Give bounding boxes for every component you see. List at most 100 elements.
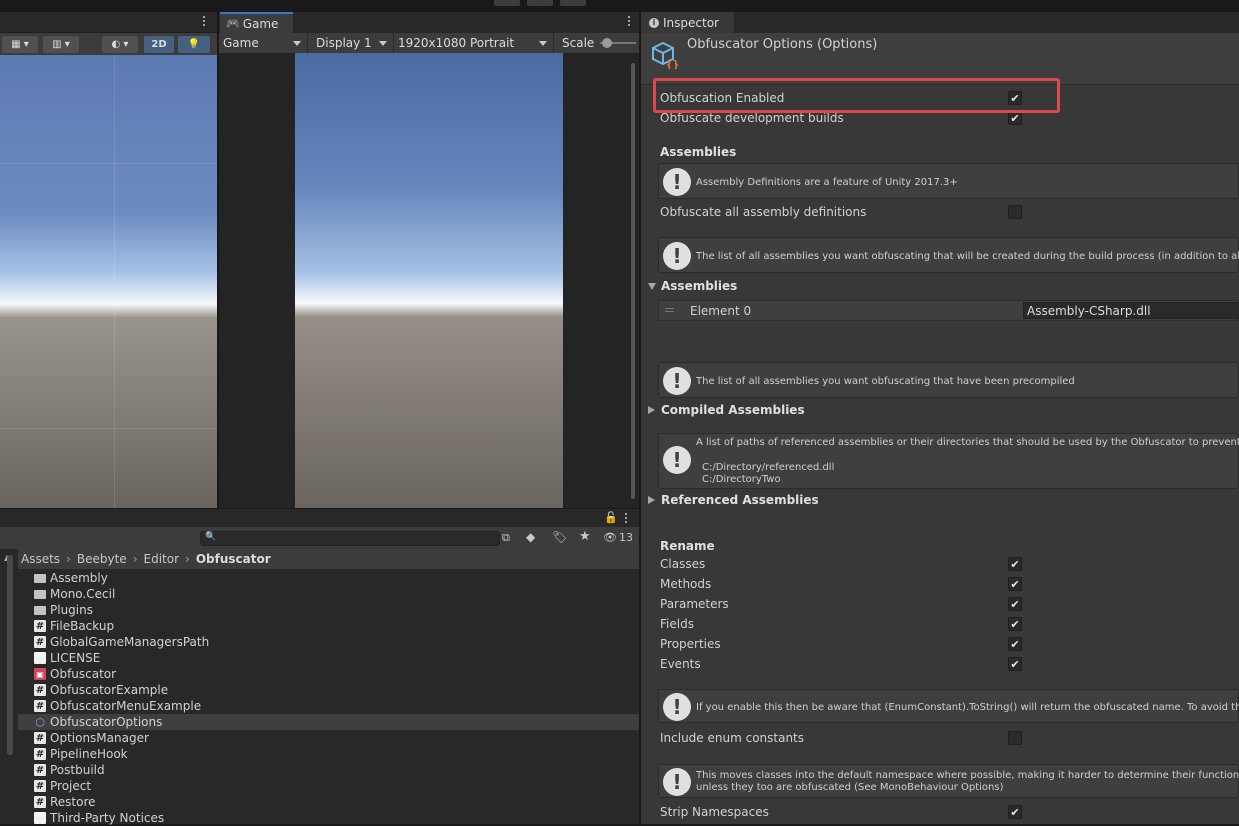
tab-inspector[interactable]: i Inspector (641, 12, 734, 33)
2d-toggle-button[interactable]: 2D (144, 36, 174, 53)
foldout-closed-icon[interactable] (648, 496, 655, 504)
list-item[interactable]: # Restore (18, 794, 639, 810)
list-item[interactable]: # ObfuscatorMenuExample (18, 698, 639, 714)
breadcrumb: Assets › Beebyte › Editor › Obfuscator (18, 549, 639, 569)
grid-settings-icon[interactable]: ▥ ▾ (43, 36, 79, 53)
obfuscation-enabled-checkbox[interactable]: ✔ (1008, 91, 1022, 105)
obfuscate-all-asmdef-label: Obfuscate all assembly definitions (660, 205, 867, 219)
referenced-assemblies-foldout[interactable]: Referenced Assemblies (661, 493, 819, 507)
grid-snap-icon[interactable]: ▦ ▾ (2, 36, 38, 53)
display-dropdown[interactable]: Display 1 (308, 33, 394, 53)
breadcrumb-item[interactable]: Editor (144, 552, 180, 566)
svg-text:{}: {} (666, 58, 679, 69)
search-options-icon[interactable]: ⧉ (502, 531, 510, 545)
list-item[interactable]: Plugins (18, 602, 639, 618)
foldout-open-icon[interactable] (648, 283, 656, 290)
top-toolbar (0, 0, 1239, 12)
play-button[interactable] (494, 0, 520, 6)
game-mode-dropdown[interactable]: Game (219, 33, 308, 53)
visibility-toggle[interactable]: 👁 13 (603, 531, 633, 544)
chevron-down-icon (293, 41, 301, 46)
project-menu-icon[interactable] (625, 513, 628, 523)
assemblies-section-header: Assemblies (660, 145, 737, 159)
folder-icon (34, 590, 46, 599)
compiled-assemblies-foldout[interactable]: Compiled Assemblies (661, 403, 805, 417)
asset-list: Assembly Mono.Cecil Plugins # FileBackup … (18, 570, 639, 825)
search-input[interactable]: 🔍 (200, 531, 500, 546)
list-item[interactable]: LICENSE (18, 650, 639, 666)
help-box: ! Assembly Definitions are a feature of … (658, 163, 1239, 199)
step-button[interactable] (560, 0, 586, 6)
list-element-row: Element 0 Assembly-CSharp.dll (658, 300, 1239, 321)
help-box: ! A list of paths of referenced assembli… (658, 433, 1239, 489)
list-item[interactable]: Assembly (18, 570, 639, 586)
lock-icon[interactable]: 🔓 (604, 511, 618, 524)
list-item[interactable]: # PipelineHook (18, 746, 639, 762)
project-panel: 🔓 🔍 ⧉ ◆ 🏷 ★ 👁 13 ▲ Assets› Beebyte› Edit… (0, 509, 639, 825)
foldout-closed-icon[interactable] (648, 406, 655, 414)
help-text: A list of paths of referenced assemblies… (696, 437, 1239, 448)
list-item[interactable]: # FileBackup (18, 618, 639, 634)
help-box: ! The list of all assemblies you want ob… (658, 237, 1239, 273)
list-item[interactable]: # ObfuscatorExample (18, 682, 639, 698)
assemblies-list-foldout[interactable]: Assemblies (661, 279, 737, 293)
game-menu-icon[interactable] (628, 16, 631, 26)
warning-icon: ! (663, 446, 691, 474)
chevron-down-icon (539, 41, 547, 46)
rename-events-checkbox[interactable]: ✔ (1008, 657, 1022, 671)
list-item[interactable]: ▣ Obfuscator (18, 666, 639, 682)
rename-methods-checkbox[interactable]: ✔ (1008, 577, 1022, 591)
game-render[interactable] (295, 53, 563, 508)
list-item[interactable]: # OptionsManager (18, 730, 639, 746)
script-icon: # (34, 796, 46, 808)
rename-properties-checkbox[interactable]: ✔ (1008, 637, 1022, 651)
element-label: Element 0 (690, 304, 752, 318)
item-label: ObfuscatorExample (50, 683, 169, 697)
obfuscate-all-asmdef-checkbox[interactable] (1008, 205, 1022, 219)
help-box: ! This moves classes into the default na… (658, 764, 1239, 798)
scene-menu-icon[interactable] (203, 16, 206, 26)
filter-label-icon[interactable]: 🏷 (552, 530, 567, 544)
strip-namespaces-label: Strip Namespaces (660, 805, 769, 819)
breadcrumb-item[interactable]: Beebyte (77, 552, 127, 566)
rename-classes-checkbox[interactable]: ✔ (1008, 557, 1022, 571)
scene-panel: ▦ ▾ ▥ ▾ ◐ ▾ 2D 💡 (0, 12, 217, 508)
tab-game[interactable]: 🎮 Game (220, 12, 293, 33)
list-item[interactable]: # Postbuild (18, 762, 639, 778)
list-item-selected[interactable]: ⬡ ObfuscatorOptions (18, 714, 639, 730)
help-text: Assembly Definitions are a feature of Un… (696, 177, 958, 188)
include-enum-checkbox[interactable] (1008, 731, 1022, 745)
item-label: Mono.Cecil (50, 587, 116, 601)
scene-viewport[interactable] (0, 55, 217, 508)
pause-button[interactable] (527, 0, 553, 6)
obfuscate-dev-builds-label: Obfuscate development builds (660, 111, 844, 125)
info-icon: i (649, 17, 659, 28)
rename-properties-label: Properties (660, 637, 721, 651)
rename-fields-checkbox[interactable]: ✔ (1008, 617, 1022, 631)
folder-icon (34, 606, 46, 615)
list-item[interactable]: Mono.Cecil (18, 586, 639, 602)
project-scrollbar[interactable] (7, 555, 13, 755)
shading-mode-icon[interactable]: ◐ ▾ (102, 36, 138, 53)
breadcrumb-item[interactable]: Assets (21, 552, 60, 566)
element-0-field[interactable]: Assembly-CSharp.dll (1023, 302, 1239, 319)
filter-type-icon[interactable]: ◆ (526, 530, 535, 544)
drag-handle-icon[interactable] (665, 308, 674, 309)
favorite-icon[interactable]: ★ (579, 529, 591, 544)
scale-slider-handle[interactable] (602, 38, 612, 48)
lighting-toggle-icon[interactable]: 💡 (178, 36, 210, 53)
strip-namespaces-checkbox[interactable]: ✔ (1008, 805, 1022, 819)
breadcrumb-item-current[interactable]: Obfuscator (196, 552, 271, 566)
obfuscate-dev-builds-checkbox[interactable]: ✔ (1008, 111, 1022, 125)
game-scrollbar[interactable] (631, 63, 635, 499)
script-icon: # (34, 764, 46, 776)
item-label: LICENSE (50, 651, 101, 665)
list-item[interactable]: # GlobalGameManagersPath (18, 634, 639, 650)
rename-fields-label: Fields (660, 617, 694, 631)
rename-parameters-checkbox[interactable]: ✔ (1008, 597, 1022, 611)
game-mode-label: Game (223, 36, 259, 50)
list-item[interactable]: # Project (18, 778, 639, 794)
item-label: Postbuild (50, 763, 105, 777)
resolution-dropdown[interactable]: 1920x1080 Portrait (394, 33, 554, 53)
inspector-panel: i Inspector {} Obfuscator Options (Optio… (641, 12, 1239, 824)
